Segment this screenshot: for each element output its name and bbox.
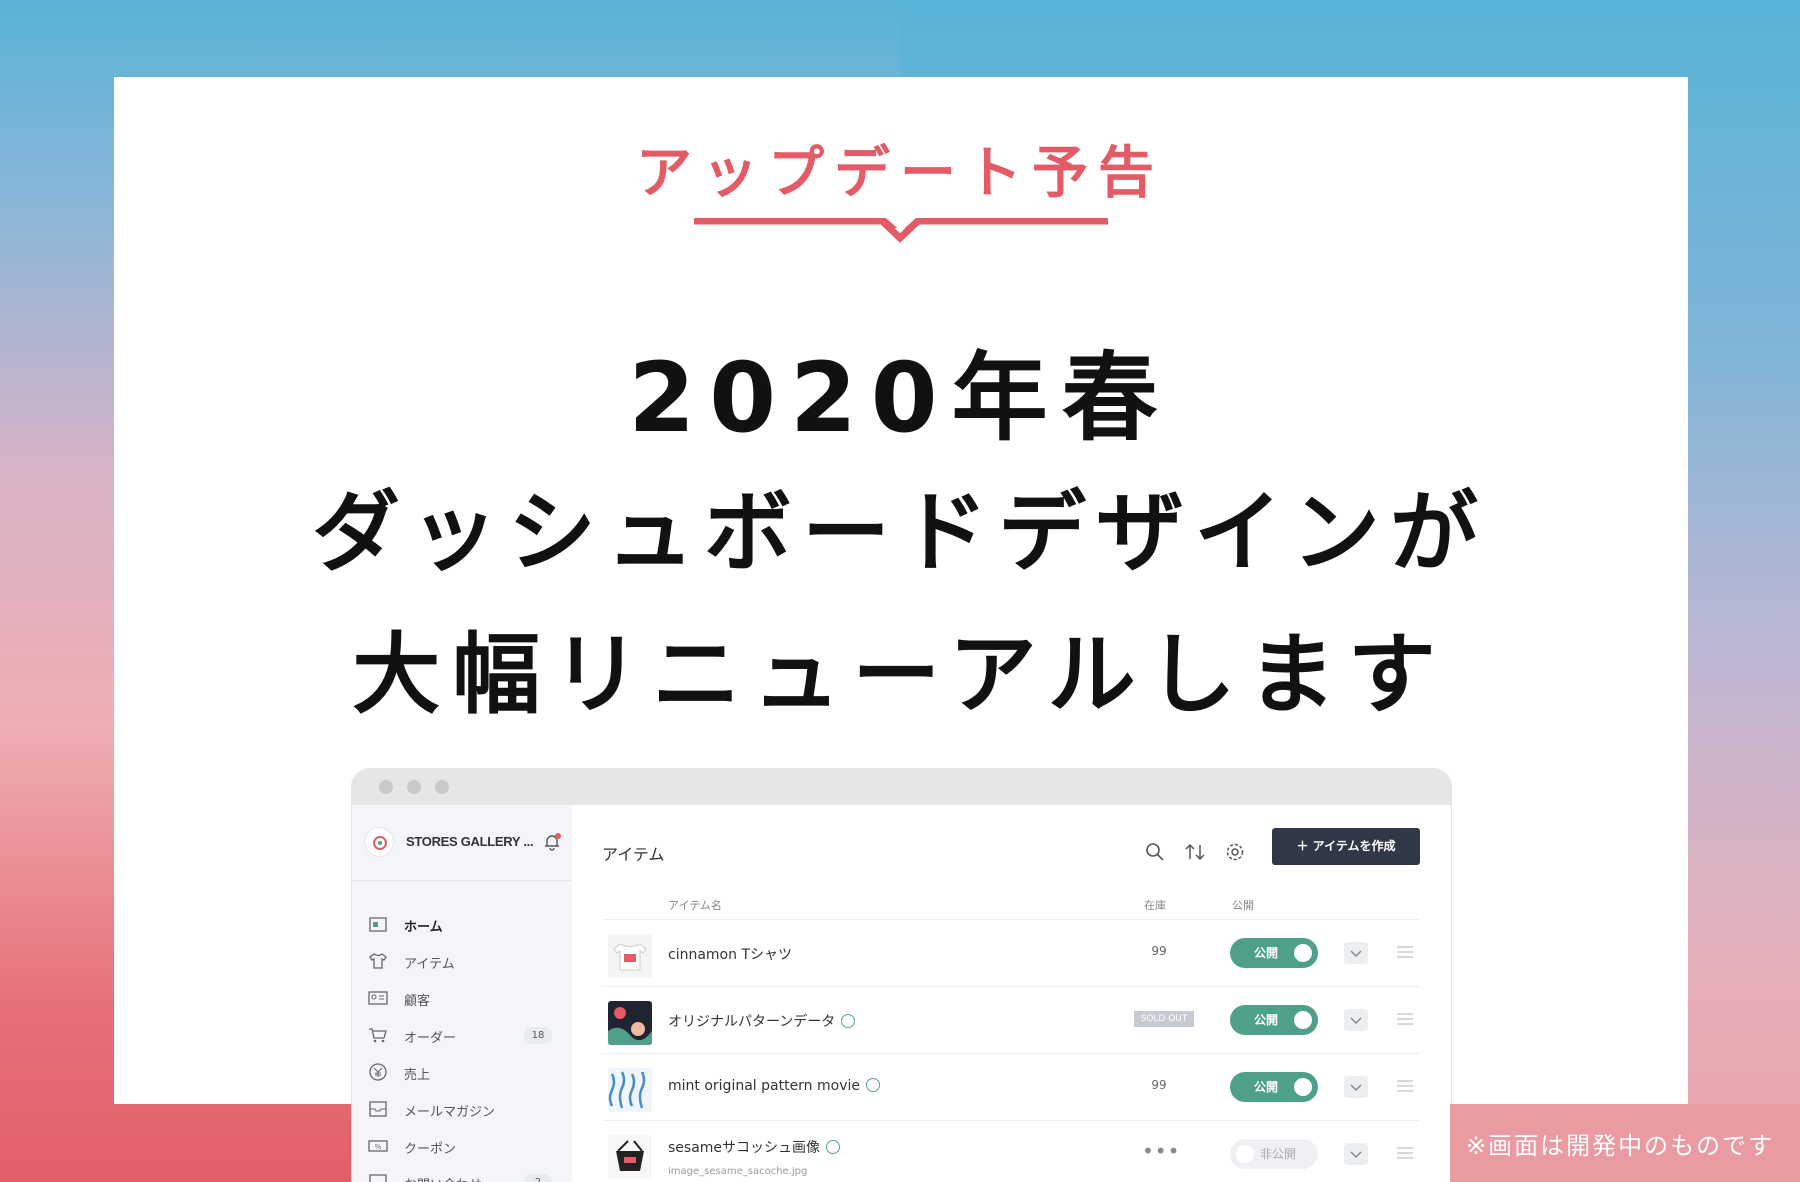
sidebar-item-label: アイテム [404,957,455,972]
sidebar-item-label: 顧客 [404,994,431,1009]
publish-toggle[interactable]: 非公開 [1230,1139,1318,1169]
sidebar-item-label: クーポン [404,1142,457,1157]
announcement-eyebrow: アップデート予告 [636,141,1164,206]
drag-handle-icon[interactable] [1396,1146,1414,1160]
item-name-text: mint original pattern movie [668,1078,861,1094]
sidebar-item-items[interactable]: アイテム [368,946,558,976]
image-content-icon [826,1140,841,1154]
headline-line-1: 2020年春 [628,342,1172,454]
column-header-name[interactable]: アイテム名 [668,897,722,913]
toggle-knob [1294,944,1312,962]
development-note: ※画面は開発中のものです [1450,1104,1800,1182]
chevron-down-icon[interactable] [1344,942,1368,964]
gear-icon[interactable] [1224,841,1246,863]
sidebar-item-sales[interactable]: 売上 [368,1057,558,1087]
publish-toggle-label: 非公開 [1260,1147,1297,1161]
sidebar-item-label: ホーム [404,920,443,935]
chevron-down-icon[interactable] [1344,1076,1368,1098]
sort-icon[interactable] [1184,841,1206,863]
table-row[interactable]: オリジナルパターンデータ SOLD OUT 公開 [602,986,1420,1053]
sidebar-item-coupons[interactable]: % クーポン [368,1131,558,1161]
shop-icon [369,917,387,932]
item-file-name: image_sesame_sacoche.jpg [668,1166,808,1177]
toggle-knob [1294,1078,1312,1096]
headline-line-2: ダッシュボードデザインが [311,481,1488,584]
publish-toggle-label: 公開 [1254,1013,1279,1027]
window-dot-icon [435,780,449,794]
item-thumbnail [608,1068,652,1112]
item-name[interactable]: cinnamon Tシャツ [668,944,792,964]
create-item-button[interactable]: ＋ アイテムを作成 [1272,828,1420,865]
sidebar-item-orders[interactable]: オーダー 18 [368,1020,558,1050]
tshirt-icon [369,953,387,969]
publish-toggle[interactable]: 公開 [1230,1005,1318,1035]
chevron-down-icon[interactable] [1344,1009,1368,1031]
dashboard-preview-window: STORES GALLERY ... ホーム アイテム 顧客 オーダー 18 売… [352,769,1451,1182]
cart-icon [369,1028,387,1043]
yen-icon [369,1063,387,1081]
drag-handle-icon[interactable] [1396,945,1414,959]
mail-icon [369,1101,387,1117]
table-row[interactable]: mint original pattern movie 99 公開 [602,1053,1420,1120]
browser-titlebar [352,769,1451,805]
toggle-knob [1236,1145,1254,1163]
toggle-knob [1294,1011,1312,1029]
sidebar-item-home[interactable]: ホーム [368,909,558,939]
svg-text:%: % [375,1143,382,1151]
search-icon[interactable] [1144,841,1166,863]
publish-toggle-label: 公開 [1254,1080,1279,1094]
item-thumbnail [608,934,652,978]
chevron-down-icon[interactable] [1344,1143,1368,1165]
chat-icon [369,1174,387,1182]
sidebar-item-inquiries[interactable]: お問い合わせ 2 [368,1167,558,1182]
sidebar-item-label: メールマガジン [404,1105,496,1120]
coupon-icon: % [368,1140,388,1152]
item-stock: 99 [1151,1078,1167,1092]
sidebar-header: STORES GALLERY ... [352,805,572,881]
sidebar-item-newsletter[interactable]: メールマガジン [368,1094,558,1124]
sidebar: STORES GALLERY ... ホーム アイテム 顧客 オーダー 18 売… [352,805,572,1182]
play-video-icon [866,1078,881,1092]
item-stock: 99 [1151,944,1167,958]
notification-bell-icon[interactable] [542,832,562,852]
sidebar-item-label: お問い合わせ [404,1174,482,1182]
shop-name[interactable]: STORES GALLERY ... [406,834,534,849]
digital-content-icon [841,1014,856,1028]
item-name[interactable]: mint original pattern movie [668,1078,881,1094]
item-name[interactable]: sesameサコッシュ画像 [668,1137,841,1157]
item-name[interactable]: オリジナルパターンデータ [668,1011,856,1031]
item-thumbnail [608,1135,652,1179]
sidebar-item-customers[interactable]: 顧客 [368,983,558,1013]
id-card-icon [368,991,388,1005]
item-thumbnail [608,1001,652,1045]
orders-count-badge: 18 [524,1027,552,1044]
window-dot-icon [379,780,393,794]
window-dot-icon [407,780,421,794]
drag-handle-icon[interactable] [1396,1079,1414,1093]
item-stock: ••• [1142,1139,1181,1163]
table-row[interactable]: cinnamon Tシャツ 99 公開 [602,919,1420,986]
table-row[interactable]: sesameサコッシュ画像 image_sesame_sacoche.jpg •… [602,1120,1420,1182]
item-name-text: sesameサコッシュ画像 [668,1140,821,1156]
underline-pointer [880,218,920,243]
sidebar-item-label: オーダー [404,1031,457,1046]
items-panel: アイテム ＋ アイテムを作成 アイテム名 在庫 公開 cinnamon Tシャツ… [572,805,1451,1182]
publish-toggle-label: 公開 [1254,946,1279,960]
column-header-stock[interactable]: 在庫 [1144,897,1166,913]
inquiries-count-badge: 2 [524,1174,552,1182]
sidebar-item-label: 売上 [404,1068,431,1083]
headline-line-3: 大幅リニューアルします [352,623,1448,726]
page-title: アイテム [602,845,665,864]
drag-handle-icon[interactable] [1396,1012,1414,1026]
column-header-public[interactable]: 公開 [1232,897,1254,913]
item-name-text: オリジナルパターンデータ [668,1014,836,1030]
publish-toggle[interactable]: 公開 [1230,938,1318,968]
publish-toggle[interactable]: 公開 [1230,1072,1318,1102]
stores-logo-icon[interactable] [364,827,394,857]
sold-out-badge: SOLD OUT [1134,1011,1194,1027]
